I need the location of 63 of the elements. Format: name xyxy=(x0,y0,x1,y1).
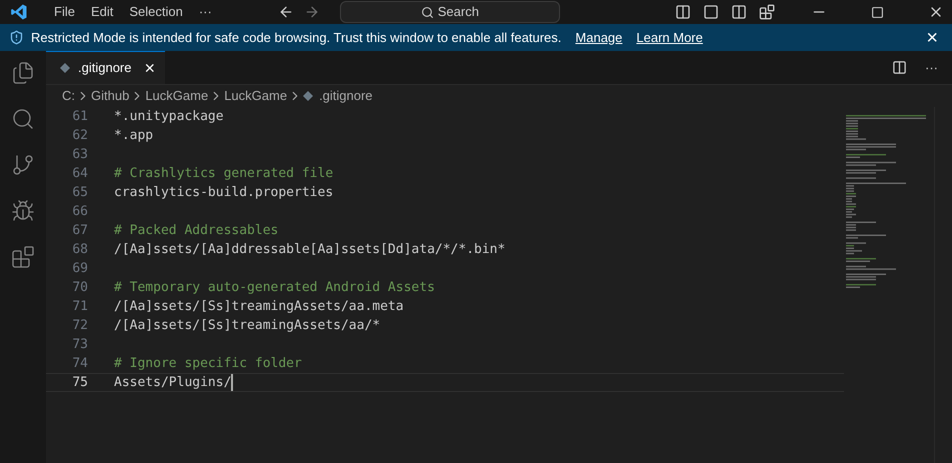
breadcrumb-item[interactable]: LuckGame xyxy=(145,86,208,106)
editor-tab[interactable]: .gitignore × xyxy=(46,51,165,84)
menu-item[interactable]: Edit xyxy=(82,2,122,22)
line-number: 72 xyxy=(71,317,88,335)
layout-icon[interactable] xyxy=(731,4,747,20)
line-number: 63 xyxy=(71,146,88,164)
line-number: 69 xyxy=(71,260,88,278)
breadcrumb-item[interactable]: C: xyxy=(62,86,75,106)
search-icon xyxy=(420,6,434,18)
banner-link[interactable]: Manage xyxy=(575,28,622,48)
line-number: 64 xyxy=(71,165,88,183)
line-number: 62 xyxy=(71,127,88,145)
files-icon[interactable] xyxy=(11,61,35,85)
code-line: Assets/Plugins/ xyxy=(114,374,232,391)
tab-label: .gitignore xyxy=(78,59,132,78)
code-line: /[Aa]ssets/[Ss]treamingAssets/aa.meta xyxy=(114,298,404,316)
code-line: crashlytics-build.properties xyxy=(114,184,334,202)
line-number: 61 xyxy=(71,108,88,126)
banner-message: Restricted Mode is intended for safe code browsing. Trust this window to enable all features. xyxy=(31,28,562,47)
layout-icon[interactable] xyxy=(703,4,719,20)
git-file-icon xyxy=(60,63,70,73)
app-logo-icon xyxy=(10,3,28,21)
line-number: 67 xyxy=(71,222,88,240)
more-actions-button[interactable]: ··· xyxy=(925,58,938,78)
git-file-icon xyxy=(303,91,314,101)
branch-icon[interactable] xyxy=(11,153,35,177)
banner-close-button[interactable]: × xyxy=(926,28,938,48)
tab-close-button[interactable]: × xyxy=(144,59,155,77)
search-field[interactable]: Search xyxy=(340,1,560,23)
shield-icon xyxy=(9,30,24,45)
breadcrumb-item[interactable]: .gitignore xyxy=(319,86,373,106)
line-number: 66 xyxy=(71,203,88,221)
blocks-icon[interactable] xyxy=(11,245,35,269)
text-cursor xyxy=(231,374,233,391)
back-arrow-icon[interactable] xyxy=(278,4,294,20)
banner-link[interactable]: Learn More xyxy=(636,28,703,48)
line-number: 75 xyxy=(71,374,88,391)
layout-icon[interactable] xyxy=(675,4,691,20)
menu-item[interactable]: File xyxy=(46,2,83,22)
code-line: /[Aa]ssets/[Aa]ddressable[Aa]ssets[Dd]ata/*/*.bin* xyxy=(114,241,506,259)
code-comment: # Crashlytics generated file xyxy=(114,165,334,183)
split-editor-icon[interactable] xyxy=(892,60,907,75)
layout-icon[interactable] xyxy=(759,4,775,20)
line-number: 74 xyxy=(71,355,88,373)
menu-item[interactable]: Selection xyxy=(121,2,191,22)
code-line: /[Aa]ssets/[Ss]treamingAssets/aa/* xyxy=(114,317,380,335)
breadcrumb-item[interactable]: LuckGame xyxy=(224,86,288,106)
line-number: 68 xyxy=(71,241,88,259)
bug-icon[interactable] xyxy=(11,199,35,223)
line-number: 70 xyxy=(71,279,88,297)
line-number: 73 xyxy=(71,336,88,354)
line-number: 65 xyxy=(71,184,88,202)
line-number: 71 xyxy=(71,298,88,316)
code-line: *.unitypackage xyxy=(114,108,224,126)
menu-item[interactable]: ··· xyxy=(190,2,220,22)
breadcrumb-item[interactable]: Github xyxy=(91,86,130,106)
search-icon[interactable] xyxy=(11,107,35,131)
code-comment: # Packed Addressables xyxy=(114,222,278,240)
code-comment: # Ignore specific folder xyxy=(114,355,302,373)
forward-arrow-icon[interactable] xyxy=(304,4,320,20)
code-line: *.app xyxy=(114,127,154,145)
code-comment: # Temporary auto-generated Android Assets xyxy=(114,279,435,297)
maximize-icon[interactable] xyxy=(871,6,884,18)
